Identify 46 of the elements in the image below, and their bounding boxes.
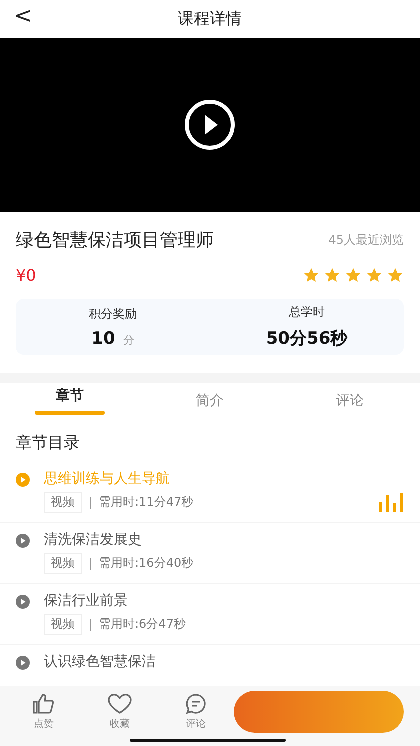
tab-underline [35,411,105,415]
chapter-title: 保洁行业前景 [44,592,129,610]
star-icon [345,267,362,284]
chapter-item[interactable]: 思维训练与人生导航 视频 需用时:11分47秒 [0,462,420,523]
play-icon [16,473,30,487]
play-icon[interactable] [184,99,236,151]
bottom-bar-button[interactable]: 点赞 [6,693,82,731]
chapter-duration: 需用时:16分40秒 [99,555,194,572]
heart-icon [107,693,133,715]
bottom-bar-button[interactable]: 评论 [158,693,234,731]
tab[interactable]: 简介 [140,383,280,419]
action-button[interactable] [234,691,404,733]
star-icon [366,267,383,284]
chapter-tag: 视频 [44,553,82,574]
chapter-tag: 视频 [44,492,82,513]
star-icon [324,267,341,284]
stat-value: 10 [92,328,116,348]
chapter-item[interactable]: 清洗保洁发展史 视频 需用时:16分40秒 [0,523,420,584]
chapter-title: 认识绿色智慧保洁 [44,653,157,671]
stat-value: 50分56秒 [266,329,348,349]
chapter-duration: 需用时:11分47秒 [99,494,194,511]
thumbs-up-icon [32,693,56,715]
comment-icon [185,693,207,715]
section-title: 章节目录 [15,432,81,454]
stat-label: 积分奖励 [89,306,137,322]
chapter-title: 清洗保洁发展史 [44,531,143,549]
chapter-title: 思维训练与人生导航 [44,470,171,488]
chapter-duration: 需用时:6分47秒 [99,616,186,633]
play-icon [16,656,30,670]
price: ¥0 [16,266,36,285]
back-button[interactable]: < [10,4,36,29]
chapter-tag: 视频 [44,614,82,635]
tab[interactable]: 章节 [0,383,140,419]
stat-unit: 分 [123,334,134,346]
course-title: 绿色智慧保洁项目管理师 [16,229,214,252]
play-icon [16,595,30,609]
bottom-bar-button[interactable]: 收藏 [82,693,158,731]
playing-bars-icon [378,492,404,512]
stat-label: 总学时 [289,304,325,321]
page-title: 课程详情 [178,8,242,30]
star-icon [387,267,404,284]
tab[interactable]: 评论 [280,383,420,419]
star-icon [303,267,320,284]
chapter-item[interactable]: 保洁行业前景 视频 需用时:6分47秒 [0,584,420,645]
view-count: 45人最近浏览 [328,232,404,248]
play-icon [16,534,30,548]
